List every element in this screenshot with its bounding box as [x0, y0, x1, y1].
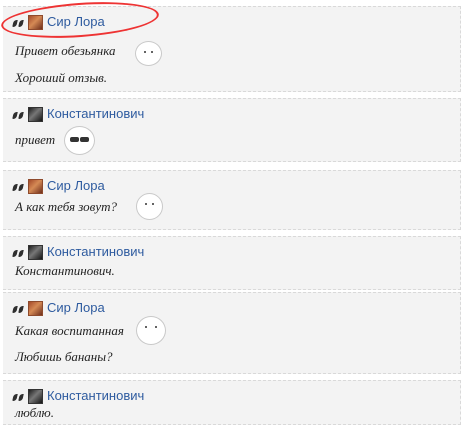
avatar[interactable] [28, 14, 43, 30]
avatar[interactable] [28, 244, 43, 260]
sunglasses-emoticon-icon [64, 126, 95, 155]
avatar[interactable] [28, 106, 43, 122]
message-author: Сир Лора [12, 178, 105, 194]
author-name[interactable]: Сир Лора [47, 300, 105, 316]
message-author: Сир Лора [12, 14, 105, 30]
chat-thread: Сир Лора Привет обезьянка Хороший отзыв.… [0, 0, 463, 427]
message-text: Константинович. [15, 263, 115, 278]
message: Сир Лора А как тебя зовут? [3, 170, 461, 230]
message: Константинович Константинович. [3, 236, 461, 290]
emoticon-icon [135, 41, 162, 66]
quote-icon [12, 393, 25, 403]
author-name[interactable]: Константинович [47, 106, 144, 122]
message: Сир Лора Какая воспитанная Любишь бананы… [3, 292, 461, 374]
author-name[interactable]: Сир Лора [47, 14, 105, 30]
message-author: Константинович [12, 244, 144, 260]
author-name[interactable]: Константинович [47, 244, 144, 260]
emoticon-icon [136, 316, 166, 345]
message-text: Привет обезьянка [15, 43, 116, 58]
message-text: Какая воспитанная [15, 323, 124, 338]
author-name[interactable]: Константинович [47, 388, 144, 404]
message-text: Хороший отзыв. [15, 70, 108, 85]
emoticon-icon [136, 193, 163, 220]
avatar[interactable] [28, 300, 43, 316]
message-author: Константинович [12, 388, 144, 404]
message: Константинович люблю. [3, 380, 461, 425]
quote-icon [12, 111, 25, 121]
avatar[interactable] [28, 178, 43, 194]
message-text: Любишь бананы? [15, 349, 113, 364]
quote-icon [12, 249, 25, 259]
quote-icon [12, 305, 25, 315]
message-text: привет [15, 132, 56, 147]
message-author: Сир Лора [12, 300, 105, 316]
message-author: Константинович [12, 106, 144, 122]
quote-icon [12, 19, 25, 29]
message-text: люблю. [15, 405, 54, 420]
quote-icon [12, 183, 25, 193]
message: Сир Лора Привет обезьянка Хороший отзыв. [3, 6, 461, 92]
author-name[interactable]: Сир Лора [47, 178, 105, 194]
message: Константинович привет [3, 98, 461, 162]
message-text: А как тебя зовут? [15, 199, 117, 214]
avatar[interactable] [28, 388, 43, 404]
